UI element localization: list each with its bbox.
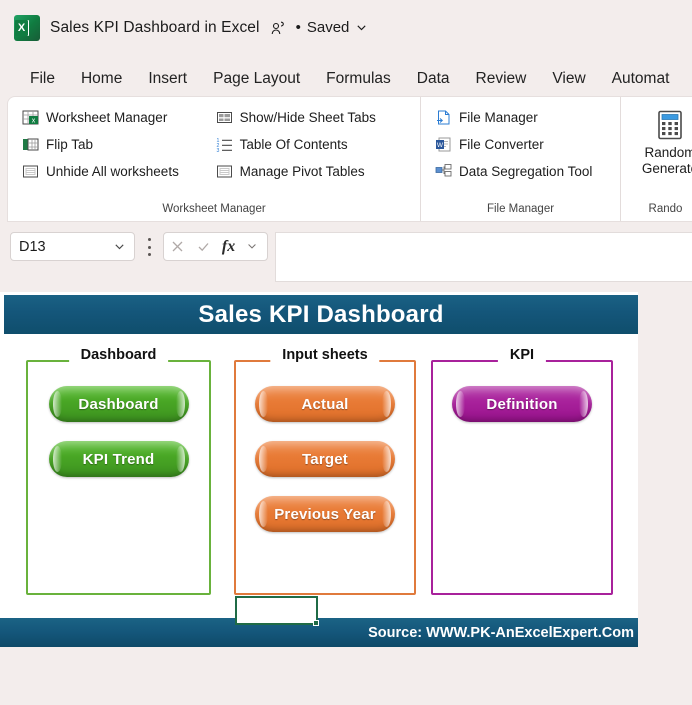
calculator-icon [655, 110, 685, 140]
tab-insert[interactable]: Insert [135, 67, 200, 91]
ribbon-button-flip-tab[interactable]: Flip Tab [18, 133, 212, 156]
file-manager-icon [435, 109, 452, 126]
panel-buttons: Definition [431, 386, 613, 422]
formula-actions: fx [163, 232, 268, 261]
source-footer: Source: WWW.PK-AnExcelExpert.Com [0, 618, 638, 647]
document-title[interactable]: Sales KPI Dashboard in Excel [50, 19, 260, 37]
chevron-down-icon[interactable] [355, 21, 368, 34]
name-box[interactable]: D13 [10, 232, 135, 261]
ribbon-button-table-of-contents[interactable]: 1 2 3 Table Of Contents [212, 133, 410, 156]
person-share-icon[interactable] [270, 20, 286, 36]
ribbon-button-manage-pivot-tables[interactable]: Manage Pivot Tables [212, 160, 410, 183]
ribbon-button-unhide-all-worksheets[interactable]: Unhide All worksheets [18, 160, 212, 183]
svg-text:W: W [437, 142, 444, 149]
button-target[interactable]: Target [255, 441, 395, 477]
kebab-menu-icon[interactable] [147, 238, 151, 256]
tab-formulas[interactable]: Formulas [313, 67, 404, 91]
ribbon-label-line1: Random [644, 145, 692, 160]
panel-buttons: Actual Target Previous Year [234, 386, 416, 532]
ribbon-group-label: Worksheet Manager [162, 203, 266, 215]
ribbon-label: Worksheet Manager [46, 110, 168, 125]
panel-dashboard: Dashboard Dashboard KPI Trend [26, 347, 211, 595]
ribbon-label: Data Segregation Tool [459, 164, 593, 179]
manage-pivot-tables-icon [216, 163, 233, 180]
button-actual[interactable]: Actual [255, 386, 395, 422]
svg-text:x: x [32, 118, 36, 125]
name-box-value: D13 [19, 238, 46, 255]
tab-view[interactable]: View [539, 67, 598, 91]
panel-heading: Input sheets [270, 347, 380, 363]
button-dashboard[interactable]: Dashboard [48, 386, 189, 422]
selected-cell[interactable] [235, 596, 319, 626]
tab-review[interactable]: Review [463, 67, 540, 91]
tab-file[interactable]: File [20, 67, 68, 91]
ribbon-label-line2: Generato [641, 160, 692, 176]
ribbon-label: Manage Pivot Tables [239, 164, 365, 179]
tab-page-layout[interactable]: Page Layout [200, 67, 313, 91]
panel-buttons: Dashboard KPI Trend [26, 386, 211, 477]
ribbon-label: Flip Tab [46, 137, 94, 152]
excel-icon: X [14, 14, 40, 41]
excel-window: X Sales KPI Dashboard in Excel • Saved F… [0, 0, 692, 705]
svg-text:3: 3 [216, 148, 219, 153]
ribbon-label: Unhide All worksheets [46, 164, 179, 179]
panel-heading: KPI [497, 347, 547, 363]
ribbon-group-label: File Manager [486, 203, 555, 215]
tab-home[interactable]: Home [68, 67, 135, 91]
ribbon-label: File Converter [459, 137, 544, 152]
chevron-down-icon[interactable] [246, 239, 261, 254]
dashboard-panels: Dashboard Dashboard KPI Trend Input shee… [0, 336, 638, 616]
check-icon[interactable] [196, 239, 211, 254]
tab-data[interactable]: Data [404, 67, 463, 91]
panel-kpi: KPI Definition [431, 347, 613, 595]
ribbon-group-worksheet-manager: x Worksheet Manager Flip Tab Unhide All … [8, 97, 420, 221]
show-hide-sheet-tabs-icon [216, 109, 233, 126]
fill-handle[interactable] [313, 620, 319, 626]
button-definition[interactable]: Definition [452, 386, 592, 422]
close-icon[interactable] [170, 239, 185, 254]
formula-input[interactable] [275, 232, 692, 282]
ribbon-panel: x Worksheet Manager Flip Tab Unhide All … [8, 97, 692, 221]
ribbon-label: Show/Hide Sheet Tabs [239, 110, 376, 125]
save-status[interactable]: • Saved [296, 19, 369, 36]
ribbon-group-random: Random Generato Rando [620, 97, 692, 221]
ribbon-group-file-manager: File Manager W File Converter Data Segre… [420, 97, 620, 221]
ribbon-label: Table Of Contents [239, 137, 348, 152]
panel-input-sheets: Input sheets Actual Target Previous Year [234, 347, 416, 595]
ribbon-group-label: Rando [648, 203, 683, 215]
title-bar: X Sales KPI Dashboard in Excel • Saved [0, 0, 692, 55]
button-previous-year[interactable]: Previous Year [255, 496, 395, 532]
ribbon-button-random-generator[interactable]: Random Generato [631, 106, 692, 176]
chevron-down-icon[interactable] [113, 240, 126, 253]
table-of-contents-icon: 1 2 3 [216, 136, 233, 154]
file-converter-icon: W [435, 136, 452, 153]
worksheet-manager-icon: x [22, 109, 39, 126]
ribbon-button-worksheet-manager[interactable]: x Worksheet Manager [18, 106, 212, 129]
dashboard-title: Sales KPI Dashboard [4, 295, 638, 334]
data-segregation-icon [435, 163, 452, 180]
insert-function-icon[interactable]: fx [222, 238, 235, 256]
unhide-worksheets-icon [22, 163, 39, 180]
ribbon-button-show-hide-sheet-tabs[interactable]: Show/Hide Sheet Tabs [212, 106, 410, 129]
ribbon-label: File Manager [459, 110, 538, 125]
flip-tab-icon [22, 136, 39, 153]
ribbon-button-data-segregation-tool[interactable]: Data Segregation Tool [431, 160, 610, 183]
status-separator: • [295, 19, 301, 36]
ribbon-tabs: File Home Insert Page Layout Formulas Da… [0, 62, 692, 96]
ribbon-button-file-manager[interactable]: File Manager [431, 106, 610, 129]
panel-heading: Dashboard [68, 347, 169, 363]
save-status-label: Saved [306, 19, 350, 36]
source-label: Source: WWW.PK-AnExcelExpert.Com [368, 624, 634, 641]
tab-automate[interactable]: Automat [599, 67, 683, 91]
button-kpi-trend[interactable]: KPI Trend [48, 441, 189, 477]
ribbon-button-file-converter[interactable]: W File Converter [431, 133, 610, 156]
